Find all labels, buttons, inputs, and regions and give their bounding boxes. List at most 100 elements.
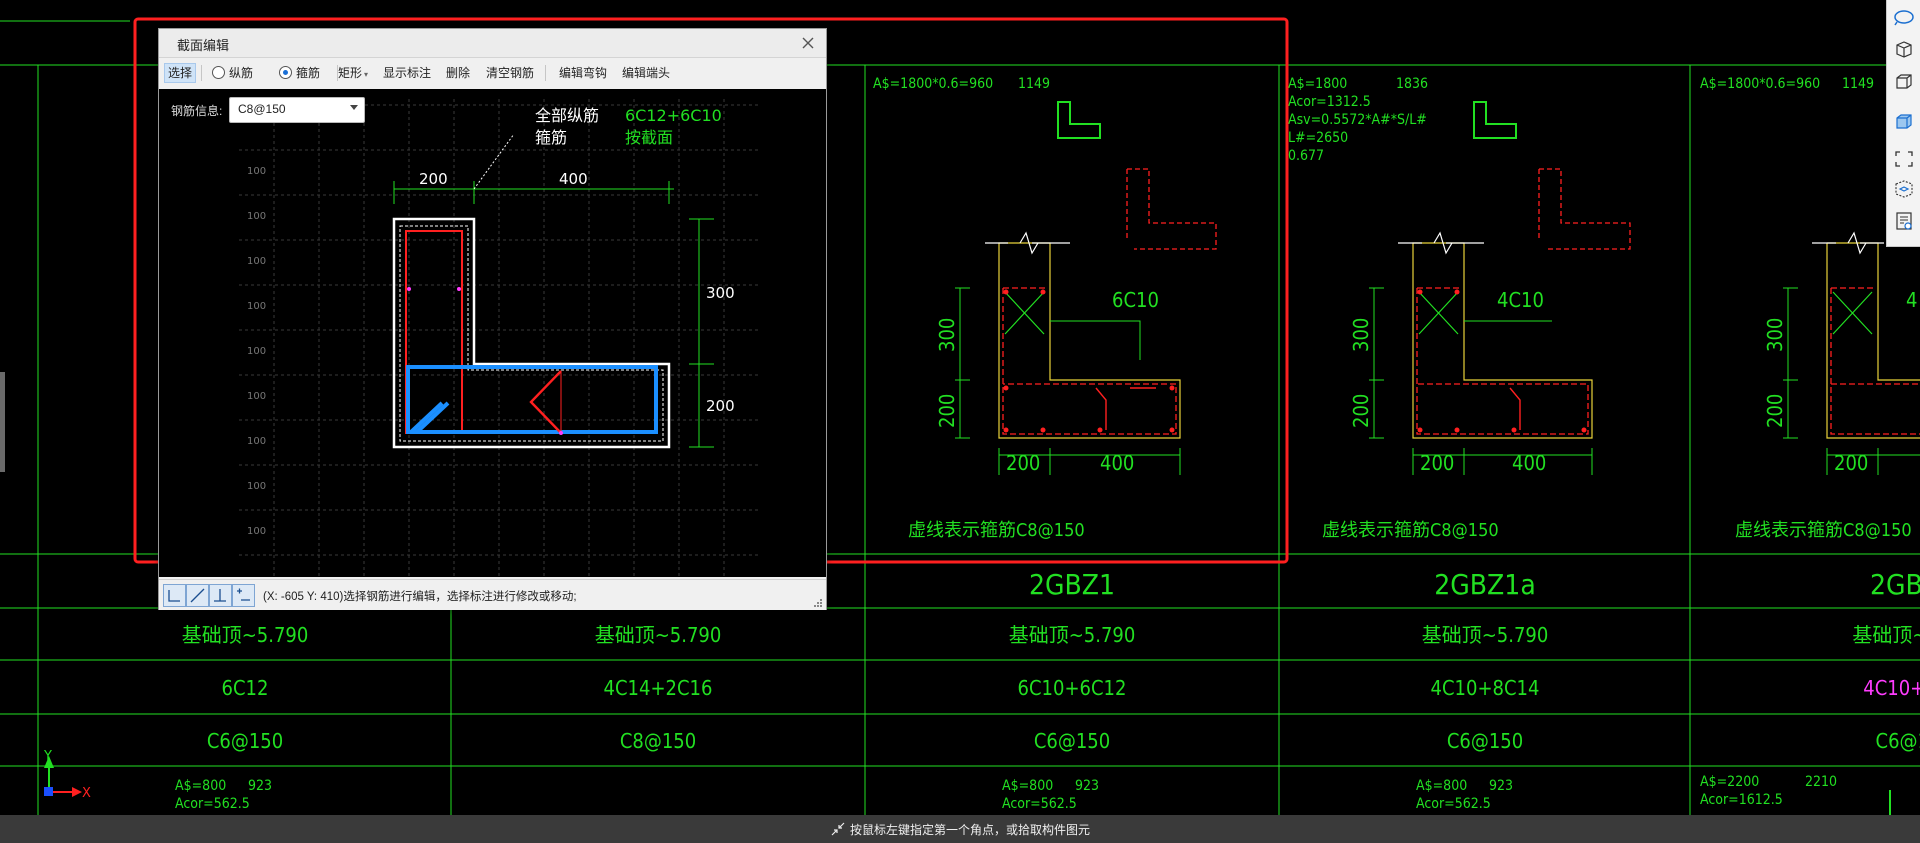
- panel2-num: 1836: [1396, 76, 1428, 92]
- command-hint-text: 按鼠标左键指定第一个角点，或拾取构件图元: [850, 823, 1091, 837]
- grid-label: 100: [247, 256, 266, 267]
- snap-endpoint-icon[interactable]: [163, 584, 186, 607]
- panel2-dim-w1: 200: [1420, 451, 1454, 475]
- longitudinal-radio[interactable]: 纵筋: [212, 64, 253, 82]
- panel2-acor: Acor=1312.5: [1288, 94, 1371, 110]
- panel2-ast: A$=1800: [1288, 76, 1347, 92]
- show-label-button[interactable]: 显示标注: [383, 64, 431, 82]
- table-long-4: 4C10+8C14: [1431, 676, 1540, 700]
- bottom-far-ast: A$=2200: [1700, 774, 1759, 790]
- layer-view-icon[interactable]: [1892, 178, 1916, 200]
- rebar-info-label: 钢筋信息:: [171, 104, 223, 118]
- view-toolbar: [1886, 0, 1920, 247]
- table-elev-3: 基础顶~5.790: [1009, 623, 1136, 647]
- panel1-dim-h2: 200: [935, 394, 959, 428]
- snap-perpendicular-icon[interactable]: [209, 584, 232, 607]
- panel1-ast: A$=1800*0.6=960: [873, 76, 993, 92]
- grid-label: 100: [247, 166, 266, 177]
- section-canvas[interactable]: 100 100 100 100 100 100 100 100 100 200 …: [159, 89, 826, 577]
- panel2-dim-h2: 200: [1349, 394, 1373, 428]
- snap-line-icon[interactable]: [186, 584, 209, 607]
- table-stirrup-1: C6@150: [207, 729, 283, 753]
- panel3-num: 1149: [1842, 76, 1874, 92]
- dim-top-left: 200: [419, 170, 448, 188]
- table-elev-4: 基础顶~5.790: [1422, 623, 1549, 647]
- longitudinal-label: 纵筋: [229, 66, 254, 80]
- section-drawing: 100 100 100 100 100 100 100 100 100 200 …: [239, 99, 759, 577]
- bottom-left-num: 923: [248, 778, 272, 794]
- table-elev-2: 基础顶~5.790: [595, 623, 722, 647]
- shaded-view-icon[interactable]: [1892, 110, 1916, 132]
- table-long-3: 6C10+6C12: [1018, 676, 1127, 700]
- property-list-icon[interactable]: [1892, 210, 1916, 232]
- panel3-dim-h1: 300: [1763, 318, 1787, 352]
- panel2-l: L#=2650: [1288, 130, 1348, 146]
- shape-dropdown[interactable]: 矩形 ▾: [338, 64, 368, 82]
- table-name-3: 2GBZ: [1870, 568, 1920, 601]
- wall-section-1: [955, 231, 1181, 475]
- panel3-note: 虚线表示箍筋C8@150: [1735, 520, 1912, 541]
- chevron-down-icon: [350, 105, 358, 110]
- grid-label: 100: [247, 346, 266, 357]
- coordinate-status-text: (X: -605 Y: 410)选择钢筋进行编辑，选择标注进行修改或移动;: [263, 591, 577, 603]
- grid-label: 100: [247, 211, 266, 222]
- bottom-right-ast: A$=800: [1416, 778, 1467, 794]
- table-stirrup-4: C6@150: [1447, 729, 1523, 753]
- box-view-icon[interactable]: [1892, 70, 1916, 92]
- panel1-dim-w1: 200: [1006, 451, 1040, 475]
- left-panel-tab[interactable]: [0, 372, 5, 472]
- panel3-ast: A$=1800*0.6=960: [1700, 76, 1820, 92]
- table-elev-5: 基础顶~5.79: [1852, 623, 1920, 647]
- collapse-arrows-icon: [831, 822, 845, 836]
- table-stirrup-5: C6@15: [1876, 729, 1920, 753]
- panel1-dim-w2: 400: [1100, 451, 1134, 475]
- orbit-view-icon[interactable]: [1892, 6, 1916, 28]
- ucs-axis-icon: Y X: [43, 749, 91, 801]
- grid-label: 100: [247, 391, 266, 402]
- dialog-title-bar[interactable]: 截面编辑: [159, 29, 826, 58]
- grid-label: 100: [247, 481, 266, 492]
- label-all-long: 全部纵筋: [535, 106, 599, 125]
- section-mini-sketch: [1126, 168, 1631, 250]
- zoom-extents-icon[interactable]: [1892, 148, 1916, 170]
- wall-section-2: [1369, 231, 1593, 475]
- panel1-num: 1149: [1018, 76, 1050, 92]
- table-long-1: 6C12: [222, 676, 269, 700]
- corner-marker: [1889, 790, 1920, 817]
- 3d-view-icon[interactable]: [1892, 38, 1916, 60]
- wall-section-3: [1783, 231, 1920, 475]
- panel2-bar-label: 4C10: [1497, 288, 1544, 312]
- bottom-far-acor: Acor=1612.5: [1700, 792, 1783, 808]
- resize-grip-icon[interactable]: [814, 599, 822, 607]
- label-long-value: 6C12+6C10: [625, 106, 722, 125]
- panel2-dim-w2: 400: [1512, 451, 1546, 475]
- bottom-far-num: 2210: [1805, 774, 1837, 790]
- select-button[interactable]: 选择: [164, 63, 197, 83]
- bottom-right-acor: Acor=562.5: [1416, 796, 1491, 812]
- dim-top-right: 400: [559, 170, 588, 188]
- close-icon[interactable]: [798, 33, 818, 53]
- bottom-right-num: 923: [1489, 778, 1513, 794]
- table-elev-1: 基础顶~5.790: [182, 623, 309, 647]
- panel2-asv: Asv=0.5572*A#*S/L#: [1288, 112, 1427, 128]
- dim-right-bottom: 200: [706, 397, 735, 415]
- rebar-info-select[interactable]: C8@150: [229, 97, 365, 123]
- edit-end-button[interactable]: 编辑端头: [622, 64, 670, 82]
- snap-offset-icon[interactable]: [232, 584, 255, 607]
- panel2-dim-h1: 300: [1349, 318, 1373, 352]
- panel3-dim-w1: 200: [1834, 451, 1868, 475]
- panel1-note: 虚线表示箍筋C8@150: [908, 520, 1085, 541]
- stirrup-radio[interactable]: 箍筋: [279, 64, 320, 82]
- table-long-5: 4C10+8: [1863, 676, 1920, 700]
- table-stirrup-2: C8@150: [620, 729, 696, 753]
- section-edit-dialog: 截面编辑 选择 纵筋 箍筋 矩形 ▾ 显示标注 删除 清空钢筋 编辑弯钩 编辑端头…: [158, 28, 827, 610]
- panel1-dim-h1: 300: [935, 318, 959, 352]
- edit-hook-button[interactable]: 编辑弯钩: [559, 64, 607, 82]
- bottom-mid-num: 923: [1075, 778, 1099, 794]
- clear-rebar-button[interactable]: 清空钢筋: [486, 64, 534, 82]
- toolbar-separator: [545, 65, 546, 81]
- stirrup-label: 箍筋: [296, 66, 321, 80]
- delete-button[interactable]: 删除: [446, 64, 470, 82]
- toolbar-separator: [201, 65, 202, 81]
- panel1-bar-label: 6C10: [1112, 288, 1159, 312]
